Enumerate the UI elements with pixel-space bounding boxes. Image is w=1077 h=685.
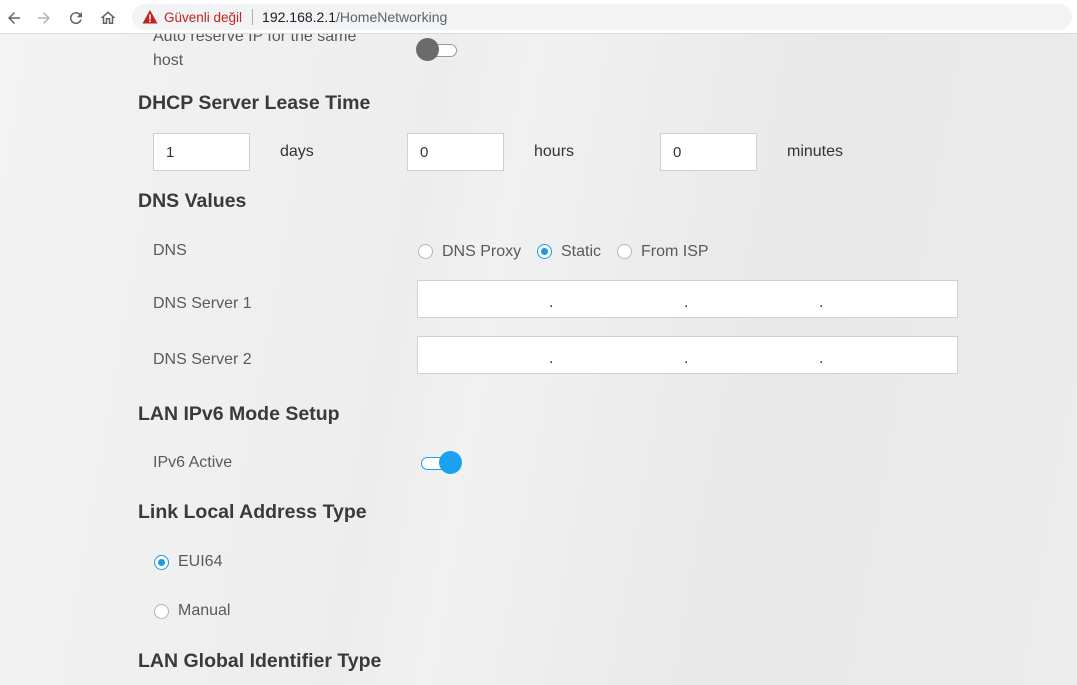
url-path: /HomeNetworking (336, 9, 448, 25)
auto-reserve-toggle[interactable] (416, 38, 460, 62)
address-bar[interactable]: Güvenli değil 192.168.2.1/HomeNetworking (132, 4, 1072, 30)
ip-separator: . (549, 294, 554, 311)
toggle-knob (439, 451, 462, 474)
back-icon[interactable] (3, 7, 25, 29)
address-divider (252, 9, 254, 25)
toggle-knob (416, 38, 439, 61)
dns-proxy-label[interactable]: DNS Proxy (442, 243, 521, 261)
dns-values-heading: DNS Values (138, 190, 247, 212)
dns-from-isp-label[interactable]: From ISP (641, 243, 709, 261)
ip-separator: . (684, 294, 689, 311)
lease-days-input[interactable] (153, 133, 250, 171)
lease-hours-label: hours (534, 143, 575, 160)
router-settings-page: Auto reserve IP for the same host DHCP S… (0, 34, 1077, 685)
lease-time-heading: DHCP Server Lease Time (138, 92, 371, 114)
ipv6-active-toggle[interactable] (418, 451, 462, 475)
dns-static-radio[interactable] (537, 244, 552, 259)
eui64-radio[interactable] (154, 555, 169, 570)
lease-minutes-input[interactable] (660, 133, 757, 171)
ipv6-active-label: IPv6 Active (153, 454, 233, 471)
lease-hours-input[interactable] (407, 133, 504, 171)
dns-mode-label: DNS (153, 242, 187, 259)
auto-reserve-label-line2: host (153, 52, 184, 69)
warning-icon[interactable] (142, 9, 158, 25)
dns-server-2-label: DNS Server 2 (153, 351, 252, 368)
ip-separator: . (549, 350, 554, 367)
lease-minutes-label: minutes (787, 143, 844, 160)
global-identifier-heading: LAN Global Identifier Type (138, 650, 382, 672)
dns-server-1-label: DNS Server 1 (153, 295, 252, 312)
ip-separator: . (819, 350, 824, 367)
dns-proxy-radio[interactable] (418, 244, 433, 259)
ip-separator: . (819, 294, 824, 311)
dns-from-isp-radio[interactable] (617, 244, 632, 259)
dns-server-1-input[interactable]: . . . (417, 280, 958, 318)
dns-server-2-input[interactable]: . . . (417, 336, 958, 374)
link-local-heading: Link Local Address Type (138, 501, 367, 523)
forward-icon[interactable] (33, 7, 55, 29)
lease-days-label: days (280, 143, 314, 160)
ipv6-mode-heading: LAN IPv6 Mode Setup (138, 403, 340, 425)
url-host: 192.168.2.1 (262, 9, 337, 25)
ip-separator: . (684, 350, 689, 367)
eui64-label[interactable]: EUI64 (178, 553, 222, 571)
browser-toolbar: Güvenli değil 192.168.2.1/HomeNetworking (0, 0, 1077, 34)
home-icon[interactable] (97, 7, 119, 29)
auto-reserve-label-line1: Auto reserve IP for the same (153, 34, 357, 45)
reload-icon[interactable] (65, 7, 87, 29)
dns-static-label[interactable]: Static (561, 243, 601, 261)
security-status[interactable]: Güvenli değil (164, 10, 242, 25)
manual-label[interactable]: Manual (178, 602, 230, 620)
manual-radio[interactable] (154, 604, 169, 619)
